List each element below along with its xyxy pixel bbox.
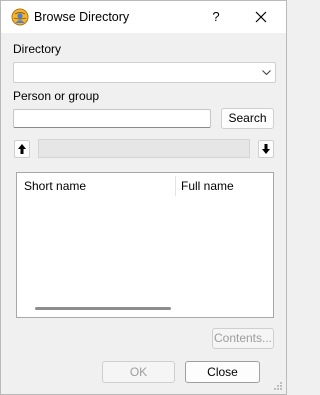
help-button[interactable]: ? (207, 8, 225, 26)
column-separator[interactable] (175, 176, 176, 196)
resize-grip-icon[interactable] (273, 381, 283, 391)
directory-path-field (38, 139, 250, 158)
column-header-full-name[interactable]: Full name (181, 179, 234, 193)
close-button[interactable]: Close (185, 361, 260, 383)
arrow-up-icon (18, 144, 26, 154)
arrow-down-icon (262, 144, 270, 154)
move-up-button[interactable] (14, 140, 30, 158)
globe-person-icon (11, 8, 29, 26)
close-icon[interactable] (251, 7, 271, 27)
person-group-input[interactable] (13, 109, 211, 128)
browse-directory-dialog: Browse Directory ? Directory Person or g… (0, 0, 287, 395)
person-group-label: Person or group (13, 89, 100, 103)
ok-button[interactable]: OK (102, 361, 175, 383)
dialog-title: Browse Directory (34, 10, 130, 24)
directory-combobox[interactable] (13, 62, 276, 83)
move-down-button[interactable] (258, 140, 274, 158)
chevron-down-icon[interactable] (261, 67, 272, 78)
search-button[interactable]: Search (221, 108, 274, 129)
contents-button[interactable]: Contents... (212, 328, 274, 349)
directory-label: Directory (13, 42, 62, 56)
results-list[interactable]: Short name Full name (16, 172, 274, 318)
horizontal-scrollbar-thumb[interactable] (35, 307, 171, 310)
title-bar: Browse Directory ? (1, 1, 286, 33)
column-header-short-name[interactable]: Short name (24, 179, 86, 193)
